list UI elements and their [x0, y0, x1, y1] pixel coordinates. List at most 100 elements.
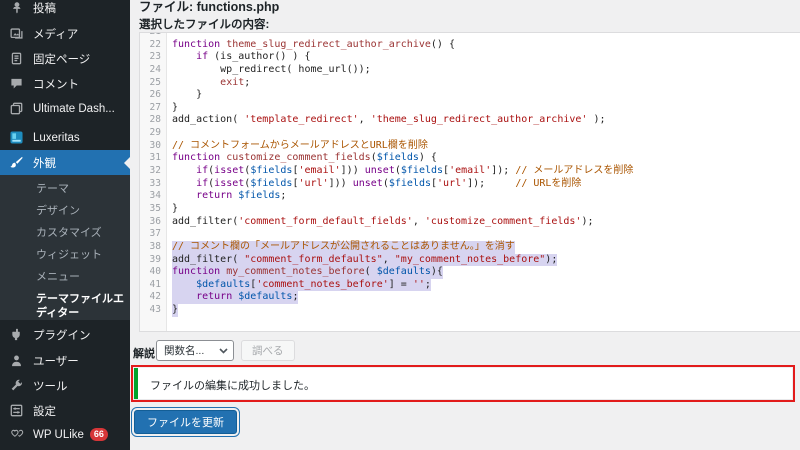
- code-editor[interactable]: 2122function theme_slug_redirect_author_…: [139, 32, 800, 332]
- code-line: 36 add_filter('comment_form_default_field…: [140, 216, 800, 229]
- brush-icon: [9, 155, 24, 170]
- code-text: add_filter('comment_form_default_fields'…: [172, 216, 593, 229]
- update-file-button[interactable]: ファイルを更新: [134, 410, 237, 434]
- function-name-select[interactable]: 関数名...: [156, 340, 234, 361]
- sidebar-item-wp-ulike[interactable]: WP ULike 66: [0, 422, 130, 447]
- line-number: 32: [140, 165, 167, 178]
- line-number: 35: [140, 203, 167, 216]
- code-text-selected: function my_comment_notes_before( $defau…: [172, 266, 443, 279]
- sidebar-item-tools[interactable]: ツール: [0, 373, 130, 398]
- code-line: 37: [140, 228, 800, 241]
- code-line: 27}: [140, 102, 800, 115]
- sidebar-item-luxeritas[interactable]: Luxeritas: [0, 125, 130, 150]
- line-number: 30: [140, 140, 167, 153]
- code-text: if(isset($fields['url'])) unset($fields[…: [172, 178, 581, 191]
- code-lines: 2122function theme_slug_redirect_author_…: [140, 32, 800, 317]
- ulike-count-badge: 66: [90, 428, 108, 441]
- line-number: 39: [140, 254, 167, 267]
- code-line: 24 wp_redirect( home_url());: [140, 64, 800, 77]
- sidebar-item-pages[interactable]: 固定ページ: [0, 46, 130, 71]
- line-number: 42: [140, 291, 167, 304]
- line-number: 21: [140, 32, 167, 39]
- line-number: 22: [140, 39, 167, 52]
- pin-icon: [9, 0, 24, 15]
- code-line: 21: [140, 32, 800, 39]
- code-line: 28add_action( 'template_redirect', 'them…: [140, 114, 800, 127]
- code-line: 40function my_comment_notes_before( $def…: [140, 266, 800, 279]
- sidebar-item-plugins[interactable]: プラグイン: [0, 322, 130, 347]
- code-text-selected: $defaults['comment_notes_before'] = '';: [172, 279, 431, 292]
- file-name-heading: ファイル: functions.php: [139, 0, 279, 15]
- code-text: wp_redirect( home_url());: [172, 64, 371, 77]
- line-number: 26: [140, 89, 167, 102]
- code-line: 26 }: [140, 89, 800, 102]
- code-line: 23 if (is_author() ) {: [140, 51, 800, 64]
- code-line: 38// コメント欄の「メールアドレスが公開されることはありません。」を消す: [140, 241, 800, 254]
- chevron-down-icon: [219, 348, 228, 354]
- sidebar-item-label: 外観: [33, 155, 56, 171]
- line-number: 33: [140, 178, 167, 191]
- sidebar-item-label: ツール: [33, 378, 68, 394]
- sidebar-item-label: 固定ページ: [33, 51, 90, 67]
- code-line: 29: [140, 127, 800, 140]
- code-text: if (is_author() ) {: [172, 51, 311, 64]
- code-text: return $fields;: [172, 190, 286, 203]
- submenu-item-widgets[interactable]: ウィジェット: [0, 244, 130, 266]
- code-line: 39 add_filter( "comment_form_defaults", "…: [140, 254, 800, 267]
- lookup-button[interactable]: 調べる: [241, 340, 295, 361]
- sidebar-item-comments[interactable]: コメント: [0, 71, 130, 96]
- sidebar-item-ultimate-dashboard[interactable]: Ultimate Dash...: [0, 96, 130, 121]
- select-value: 関数名...: [164, 343, 204, 358]
- line-number: 29: [140, 127, 167, 140]
- settings-icon: [9, 403, 24, 418]
- page-icon: [9, 51, 24, 66]
- code-line: 34 return $fields;: [140, 190, 800, 203]
- line-number: 41: [140, 279, 167, 292]
- line-number: 31: [140, 152, 167, 165]
- sidebar-item-users[interactable]: ユーザー: [0, 348, 130, 373]
- sidebar-item-label: プラグイン: [33, 327, 91, 343]
- success-notice: ファイルの編集に成功しました。: [134, 368, 792, 399]
- submenu-item-design[interactable]: デザイン: [0, 200, 130, 222]
- submenu-item-themes[interactable]: テーマ: [0, 178, 130, 200]
- submenu-item-menus[interactable]: メニュー: [0, 266, 130, 288]
- admin-sidebar: 投稿 メディア 固定ページ コメント Ultimate Dash...: [0, 0, 130, 450]
- line-number: 27: [140, 102, 167, 115]
- sidebar-item-label: メディア: [33, 26, 78, 42]
- sidebar-item-label: ユーザー: [33, 353, 79, 369]
- sidebar-item-appearance[interactable]: 外観: [0, 150, 130, 175]
- code-line: 30 // コメントフォームからメールアドレスとURL欄を削除: [140, 140, 800, 153]
- sidebar-item-label: 設定: [33, 403, 56, 419]
- sidebar-item-media[interactable]: メディア: [0, 21, 130, 46]
- sidebar-item-label: WP ULike: [33, 429, 84, 441]
- user-icon: [9, 353, 24, 368]
- code-text-selected: add_filter( "comment_form_defaults", "my…: [172, 254, 557, 267]
- dashboard-icon: [9, 101, 24, 116]
- wordpress-admin-screen: 投稿 メディア 固定ページ コメント Ultimate Dash...: [0, 0, 800, 450]
- code-text: function customize_comment_fields($field…: [172, 152, 437, 165]
- sidebar-item-label: 投稿: [33, 0, 56, 16]
- submenu-item-theme-file-editor[interactable]: テーマファイルエディター: [0, 288, 130, 324]
- code-text: // コメントフォームからメールアドレスとURL欄を削除: [172, 140, 428, 153]
- line-number: 43: [140, 304, 167, 317]
- line-number: 25: [140, 77, 167, 90]
- line-number: 37: [140, 228, 167, 241]
- appearance-submenu: テーマ デザイン カスタマイズ ウィジェット メニュー テーマファイルエディター: [0, 175, 130, 320]
- code-line: 22function theme_slug_redirect_author_ar…: [140, 39, 800, 52]
- line-number: 36: [140, 216, 167, 229]
- line-number: 23: [140, 51, 167, 64]
- sidebar-item-settings[interactable]: 設定: [0, 398, 130, 423]
- code-line: 35}: [140, 203, 800, 216]
- code-line: 41 $defaults['comment_notes_before'] = '…: [140, 279, 800, 292]
- line-number: 28: [140, 114, 167, 127]
- submenu-item-customize[interactable]: カスタマイズ: [0, 222, 130, 244]
- luxeritas-icon: [9, 130, 24, 145]
- sidebar-item-posts[interactable]: 投稿: [0, 0, 130, 20]
- code-line: 25 exit;: [140, 77, 800, 90]
- code-text: if(isset($fields['email'])) unset($field…: [172, 165, 633, 178]
- code-line: 42 return $defaults;: [140, 291, 800, 304]
- line-number: 24: [140, 64, 167, 77]
- comment-icon: [9, 76, 24, 91]
- code-line: 43}: [140, 304, 800, 317]
- code-text: }: [172, 89, 202, 102]
